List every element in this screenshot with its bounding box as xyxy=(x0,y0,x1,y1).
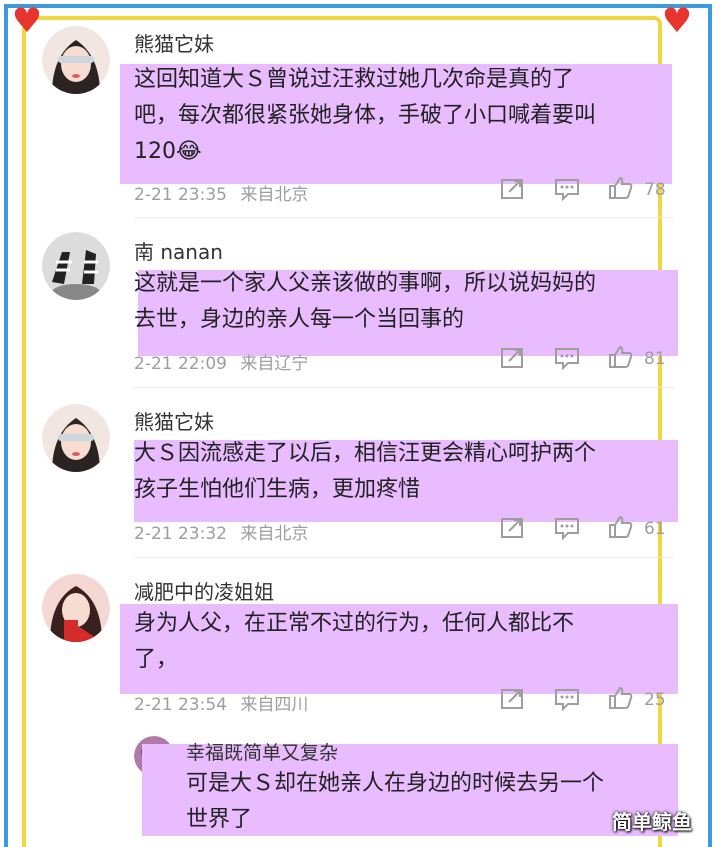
comment-text-line: 了， xyxy=(134,647,179,672)
share-icon[interactable] xyxy=(500,516,526,540)
comment-icon[interactable] xyxy=(554,177,580,201)
comment-meta: 2-21 22:09 来自辽宁 xyxy=(134,349,308,374)
reply-text-line: 世界了 xyxy=(186,807,253,832)
heart-icon: ♥ xyxy=(11,1,43,41)
comment-location: 来自四川 xyxy=(240,695,309,715)
username[interactable]: 熊猫它妹 xyxy=(134,28,214,57)
comment-date: 2-21 23:32 xyxy=(134,524,227,544)
comment-meta: 2-21 23:32 来自北京 xyxy=(134,519,308,544)
heart-icon: ♥ xyxy=(661,1,693,41)
username[interactable]: 熊猫它妹 xyxy=(134,406,214,435)
avatar[interactable] xyxy=(42,26,110,94)
like-count: 78 xyxy=(644,180,666,200)
like-icon[interactable] xyxy=(608,345,634,369)
like-count: 81 xyxy=(644,349,666,369)
avatar[interactable] xyxy=(42,232,110,300)
comment-text-line: 这就是一个家人父亲该做的事啊，所以说妈妈的 xyxy=(134,271,597,296)
comment-date: 2-21 22:09 xyxy=(134,354,227,374)
comment-icon[interactable] xyxy=(554,346,580,370)
share-icon[interactable] xyxy=(500,177,526,201)
username[interactable]: 南 nanan xyxy=(134,236,223,265)
comment-text-line: 去世，身边的亲人每一个当回事的 xyxy=(134,307,465,332)
comment-date: 2-21 23:54 xyxy=(134,695,227,715)
comment-location: 来自辽宁 xyxy=(240,354,309,374)
avatar[interactable] xyxy=(42,404,110,472)
username[interactable]: 减肥中的凌姐姐 xyxy=(134,576,274,605)
like-count: 25 xyxy=(644,690,666,710)
comment-text-line: 孩子生怕他们生病，更加疼惜 xyxy=(134,477,421,502)
share-icon[interactable] xyxy=(500,346,526,370)
comment-text-line: 身为人父，在正常不过的行为，任何人都比不 xyxy=(134,611,575,636)
watermark: 简单鲸鱼 xyxy=(612,810,692,834)
comment-text-line: 这回知道大Ｓ曾说过汪救过她几次命是真的了 xyxy=(134,67,575,92)
like-icon[interactable] xyxy=(608,686,634,710)
username[interactable]: 幸福既简单又复杂 xyxy=(186,738,338,765)
share-icon[interactable] xyxy=(500,687,526,711)
comment-date: 2-21 23:35 xyxy=(134,185,227,205)
comment-meta: 2-21 23:54 来自四川 xyxy=(134,690,308,715)
like-icon[interactable] xyxy=(608,176,634,200)
comment-icon[interactable] xyxy=(554,687,580,711)
comment-text-line: 大Ｓ因流感走了以后，相信汪更会精心呵护两个 xyxy=(134,441,597,466)
like-count: 61 xyxy=(644,519,666,539)
comment-text-line: 120😂 xyxy=(134,139,202,164)
reply-text-line: 可是大Ｓ却在她亲人在身边的时候去另一个 xyxy=(186,771,605,796)
comment-text-line: 吧，每次都很紧张她身体，手破了小口喊着要叫 xyxy=(134,103,597,128)
comment-location: 来自北京 xyxy=(240,524,309,544)
comment-location: 来自北京 xyxy=(240,185,309,205)
divider xyxy=(134,387,674,388)
comment-icon[interactable] xyxy=(554,516,580,540)
comment-meta: 2-21 23:35 来自北京 xyxy=(134,180,308,205)
avatar[interactable] xyxy=(42,574,110,642)
like-icon[interactable] xyxy=(608,515,634,539)
divider xyxy=(134,217,674,218)
divider xyxy=(134,557,674,558)
